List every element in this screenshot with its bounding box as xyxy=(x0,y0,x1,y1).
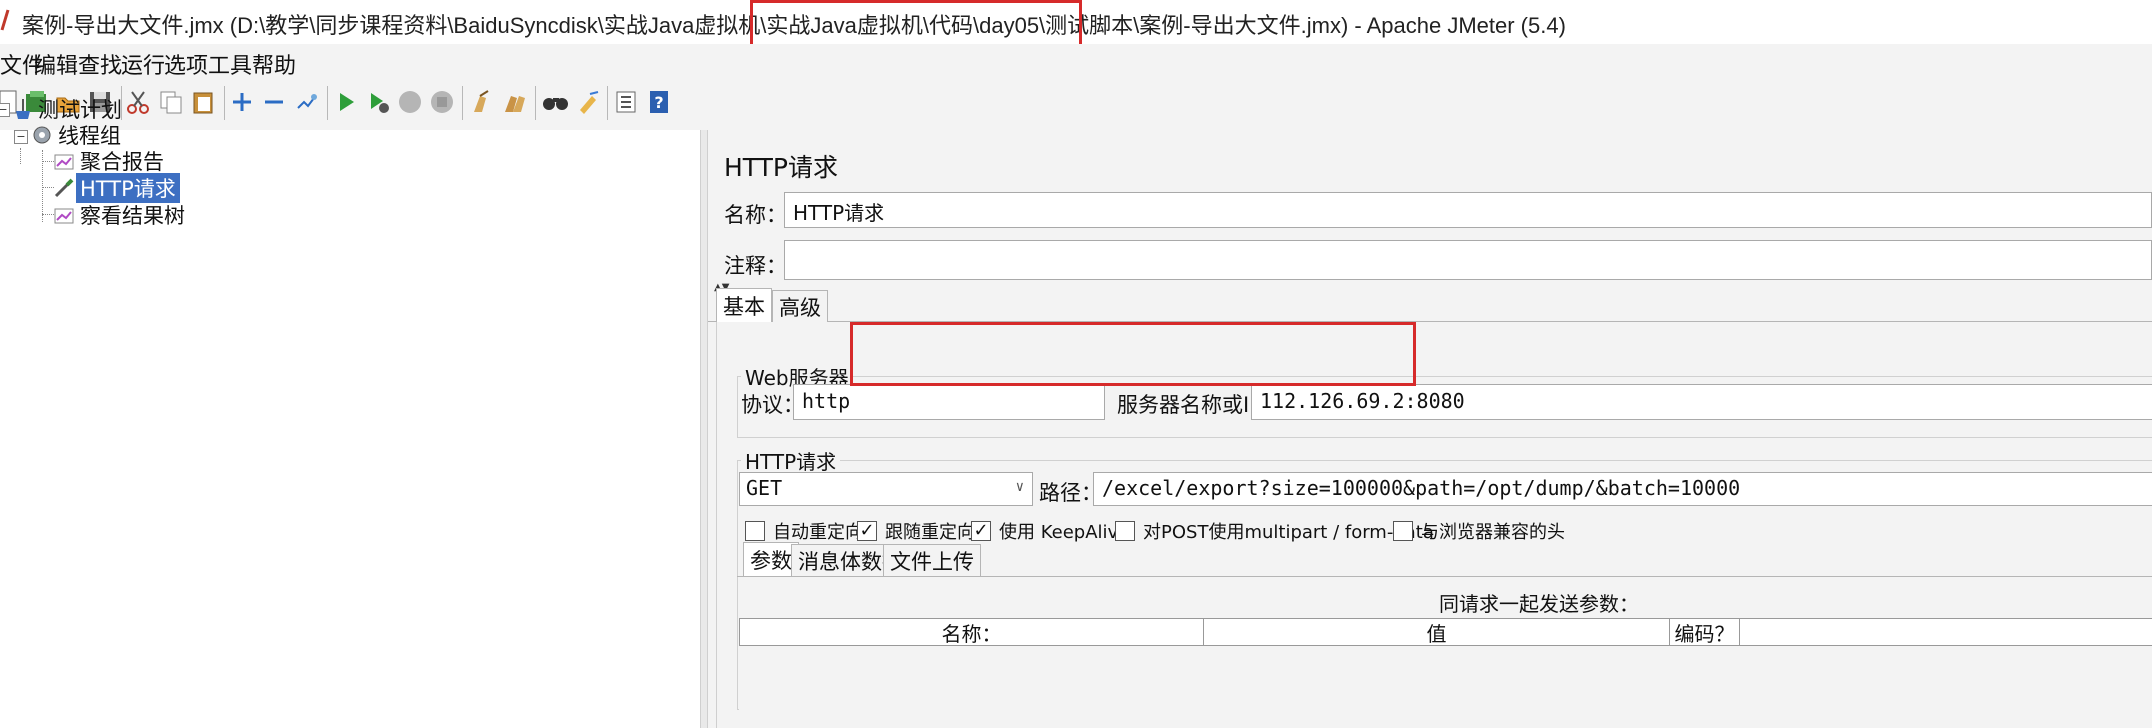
checkbox-box: ✓ xyxy=(971,521,991,541)
checkbox-box xyxy=(745,521,765,541)
menu-run[interactable]: 运行 xyxy=(121,48,165,80)
split-pane-divider[interactable] xyxy=(700,130,708,728)
checkbox-label: 跟随重定向 xyxy=(885,522,975,543)
tree-expander[interactable]: − xyxy=(0,103,10,117)
menu-bar: 文件 编辑 查找 运行 选项 工具 帮助 xyxy=(0,44,2152,80)
checkbox-label: 对POST使用multipart / form-data xyxy=(1143,522,1434,543)
checkbox-box xyxy=(1393,521,1413,541)
menu-tools[interactable]: 工具 xyxy=(208,48,252,80)
toolbar-separator xyxy=(224,86,225,120)
checkbox-box xyxy=(1115,521,1135,541)
tab-basic[interactable]: 基本 xyxy=(716,288,772,322)
tab-files-upload[interactable]: 文件上传 xyxy=(883,544,981,576)
checkbox-label: 自动重定向 xyxy=(773,522,863,543)
test-plan-icon xyxy=(16,99,30,119)
column-header-encode[interactable]: 编码？ xyxy=(1670,619,1740,646)
search-icon[interactable] xyxy=(540,86,572,118)
path-field[interactable]: /excel/export?size=100000&path=/opt/dump… xyxy=(1093,472,2152,506)
panel-title: HTTP请求 xyxy=(724,153,838,182)
thread-group-gear-icon xyxy=(33,126,51,144)
subtab-strip-line xyxy=(737,576,2152,577)
http-request-group-title: HTTP请求 xyxy=(741,446,841,475)
clear-all-icon[interactable] xyxy=(499,86,531,118)
params-table-body[interactable] xyxy=(739,646,2152,728)
protocol-field[interactable]: http xyxy=(793,384,1105,420)
menu-options[interactable]: 选项 xyxy=(164,48,208,80)
stop-icon[interactable] xyxy=(394,86,426,118)
function-helper-icon[interactable] xyxy=(610,86,642,118)
toolbar-separator xyxy=(535,86,536,120)
comment-field[interactable] xyxy=(784,240,2152,280)
toolbar-separator xyxy=(327,86,328,120)
svg-text:?: ? xyxy=(654,93,663,112)
toggle-icon[interactable] xyxy=(290,86,322,118)
collapse-icon[interactable] xyxy=(258,86,290,118)
tree-expander[interactable]: − xyxy=(14,130,28,144)
toolbar-separator xyxy=(462,86,463,120)
copy-icon[interactable] xyxy=(155,86,187,118)
keepalive-checkbox[interactable]: ✓ 使用 KeepAlive xyxy=(971,518,1129,544)
server-field[interactable]: 112.126.69.2:8080 xyxy=(1251,384,2152,420)
jmeter-feather-icon xyxy=(0,9,10,31)
path-field-highlight-box xyxy=(850,322,1416,386)
menu-help[interactable]: 帮助 xyxy=(252,48,296,80)
column-header-value[interactable]: 值 xyxy=(1204,619,1670,646)
shutdown-icon[interactable] xyxy=(426,86,458,118)
checkbox-box: ✓ xyxy=(857,521,877,541)
cut-icon[interactable] xyxy=(122,86,154,118)
path-highlight-box xyxy=(750,0,1082,49)
start-icon[interactable] xyxy=(330,86,362,118)
clear-icon[interactable] xyxy=(466,86,498,118)
test-plan-tree: − 测试计划 − 线程组 聚合报告 HTTP请求 察看结果树 xyxy=(0,98,700,728)
column-header-name[interactable]: 名称： xyxy=(740,619,1204,646)
tree-item-view-results-tree[interactable]: 察看结果树 xyxy=(52,199,189,231)
toolbar-separator xyxy=(607,86,608,120)
tab-advanced[interactable]: 高级 xyxy=(772,290,828,322)
listener-chart-icon xyxy=(54,208,74,224)
tree-line xyxy=(20,148,21,164)
start-no-pause-icon[interactable] xyxy=(362,86,394,118)
paste-icon[interactable] xyxy=(187,86,219,118)
browser-compatible-headers-checkbox[interactable]: 与浏览器兼容的头 xyxy=(1393,518,1565,544)
follow-redirects-checkbox[interactable]: ✓ 跟随重定向 xyxy=(857,518,975,544)
params-caption: 同请求一起发送参数： xyxy=(1439,592,1639,616)
menu-search[interactable]: 查找 xyxy=(78,48,122,80)
sampler-pipette-icon xyxy=(54,178,74,198)
method-value: GET xyxy=(746,476,783,500)
checkbox-label: 与浏览器兼容的头 xyxy=(1421,522,1565,543)
menu-edit[interactable]: 编辑 xyxy=(34,48,78,80)
listener-chart-icon xyxy=(54,154,74,170)
method-select[interactable]: GET ∨ xyxy=(739,472,1033,506)
toolbar: ? xyxy=(0,80,2152,130)
checkbox-label: 使用 KeepAlive xyxy=(999,522,1130,543)
name-label: 名称： xyxy=(724,203,787,227)
http-request-panel: HTTP请求 名称： HTTP请求 注释： ▲▼ 基本 高级 Web服务器 协议… xyxy=(708,130,2152,728)
params-table-header: 名称： 值 编码？ xyxy=(739,618,2152,646)
auto-redirect-checkbox[interactable]: 自动重定向 xyxy=(745,518,863,544)
comment-label: 注释： xyxy=(724,254,787,278)
name-field[interactable]: HTTP请求 xyxy=(784,192,2152,228)
reset-search-icon[interactable] xyxy=(572,86,604,118)
help-icon[interactable]: ? xyxy=(643,86,675,118)
expand-icon[interactable] xyxy=(226,86,258,118)
tree-item-label: 察看结果树 xyxy=(80,204,185,228)
chevron-down-icon: ∨ xyxy=(1015,479,1024,495)
multipart-checkbox[interactable]: 对POST使用multipart / form-data xyxy=(1115,518,1434,544)
